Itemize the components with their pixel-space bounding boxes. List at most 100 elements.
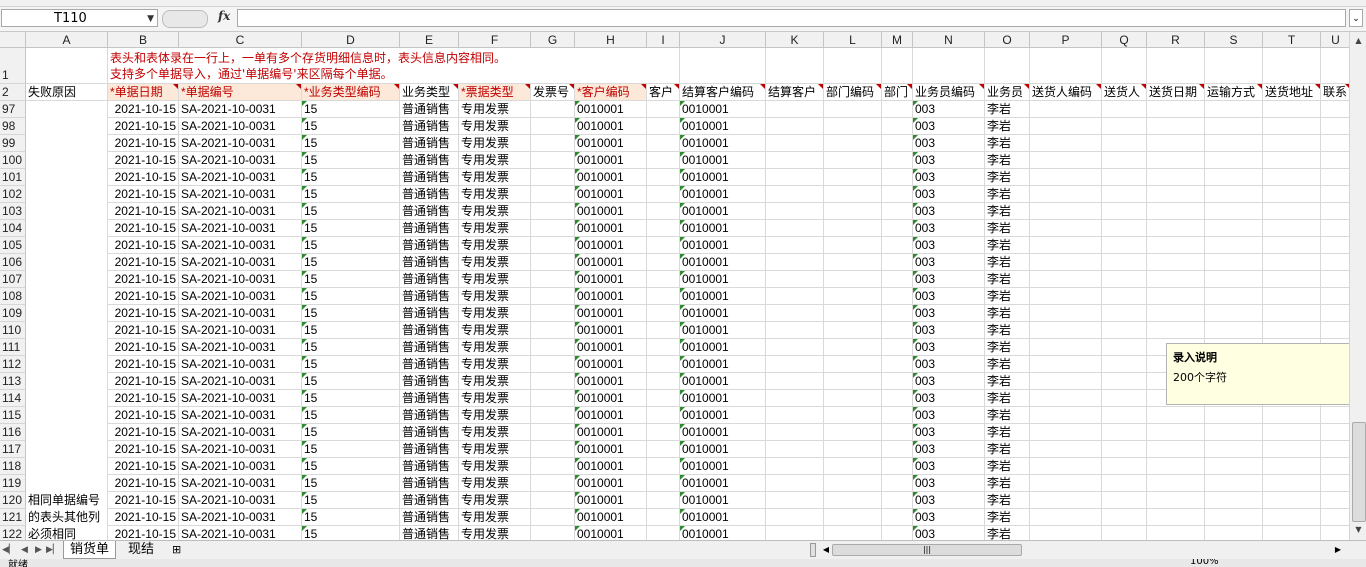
data-cell[interactable] [824,356,882,373]
data-cell[interactable] [1147,220,1205,237]
data-cell[interactable] [1263,475,1321,492]
column-title-cell[interactable]: 送货地址 [1263,84,1321,101]
data-cell[interactable] [1030,458,1102,475]
data-cell[interactable]: 2021-10-15 [108,458,179,475]
data-cell[interactable]: SA-2021-10-0031 [179,152,302,169]
data-cell[interactable]: 专用发票 [459,424,531,441]
data-cell[interactable]: 15 [302,305,400,322]
data-cell[interactable]: 003 [913,237,985,254]
tab-sheet-2[interactable]: 现结 [122,541,160,558]
data-cell[interactable]: 0010001 [575,152,647,169]
data-cell[interactable] [531,135,575,152]
cell[interactable] [1030,48,1102,84]
data-cell[interactable]: SA-2021-10-0031 [179,407,302,424]
data-cell[interactable] [1102,458,1147,475]
data-cell[interactable] [766,288,824,305]
data-cell[interactable]: 专用发票 [459,492,531,509]
data-cell[interactable] [1102,390,1147,407]
data-cell[interactable] [882,407,913,424]
data-cell[interactable] [531,186,575,203]
data-cell[interactable]: 0010001 [680,407,766,424]
data-cell[interactable] [882,135,913,152]
data-cell[interactable] [1263,237,1321,254]
data-cell[interactable]: 2021-10-15 [108,169,179,186]
data-cell[interactable] [766,152,824,169]
data-cell[interactable] [531,492,575,509]
data-cell[interactable] [824,373,882,390]
fail-reason-cell[interactable] [26,322,108,339]
data-cell[interactable] [824,509,882,526]
data-cell[interactable] [531,101,575,118]
data-cell[interactable] [1102,441,1147,458]
data-cell[interactable] [647,101,680,118]
data-cell[interactable] [882,152,913,169]
data-cell[interactable]: 普通销售 [400,407,459,424]
row-header[interactable]: 121 [0,509,26,526]
data-cell[interactable]: 0010001 [680,322,766,339]
data-cell[interactable]: 003 [913,135,985,152]
data-cell[interactable]: 2021-10-15 [108,509,179,526]
data-cell[interactable] [1263,407,1321,424]
formula-input[interactable] [237,9,1346,27]
data-cell[interactable] [766,203,824,220]
data-cell[interactable] [531,118,575,135]
data-cell[interactable] [1321,169,1349,186]
data-cell[interactable]: 0010001 [680,390,766,407]
data-cell[interactable]: 0010001 [680,526,766,540]
data-cell[interactable]: 普通销售 [400,373,459,390]
row-header[interactable]: 106 [0,254,26,271]
cell[interactable] [766,48,824,84]
fail-reason-cell[interactable] [26,186,108,203]
data-cell[interactable] [1321,152,1349,169]
vertical-scroll-thumb[interactable] [1352,422,1366,522]
fail-reason-cell[interactable] [26,220,108,237]
data-cell[interactable] [1102,203,1147,220]
data-cell[interactable] [1030,220,1102,237]
data-cell[interactable] [1030,526,1102,540]
data-cell[interactable]: 15 [302,135,400,152]
data-cell[interactable] [531,254,575,271]
data-cell[interactable] [824,305,882,322]
data-cell[interactable] [1102,424,1147,441]
data-cell[interactable]: 专用发票 [459,509,531,526]
data-cell[interactable] [1030,186,1102,203]
data-cell[interactable] [1030,492,1102,509]
data-cell[interactable]: 0010001 [575,458,647,475]
column-header-j[interactable]: J [680,32,766,48]
data-cell[interactable] [1102,271,1147,288]
data-cell[interactable]: 2021-10-15 [108,424,179,441]
data-cell[interactable] [824,492,882,509]
data-cell[interactable] [647,492,680,509]
data-cell[interactable]: 李岩 [985,509,1030,526]
data-cell[interactable] [1102,288,1147,305]
data-cell[interactable]: 专用发票 [459,271,531,288]
data-cell[interactable] [1263,169,1321,186]
data-cell[interactable] [766,373,824,390]
data-cell[interactable] [1205,135,1263,152]
data-cell[interactable] [647,339,680,356]
data-cell[interactable] [1030,271,1102,288]
data-cell[interactable] [882,254,913,271]
data-cell[interactable]: 专用发票 [459,237,531,254]
column-header-i[interactable]: I [647,32,680,48]
column-title-cell[interactable]: 业务类型 [400,84,459,101]
data-cell[interactable] [882,288,913,305]
data-cell[interactable]: 0010001 [680,356,766,373]
data-cell[interactable]: 2021-10-15 [108,356,179,373]
data-cell[interactable]: 003 [913,509,985,526]
data-cell[interactable] [1102,526,1147,540]
data-cell[interactable]: 普通销售 [400,526,459,540]
data-cell[interactable]: 2021-10-15 [108,390,179,407]
data-cell[interactable]: 0010001 [575,373,647,390]
data-cell[interactable] [531,220,575,237]
data-cell[interactable]: 普通销售 [400,118,459,135]
data-cell[interactable] [882,271,913,288]
data-cell[interactable] [1263,118,1321,135]
data-cell[interactable] [1205,203,1263,220]
data-cell[interactable] [1321,271,1349,288]
data-cell[interactable]: 003 [913,203,985,220]
data-cell[interactable]: 专用发票 [459,390,531,407]
data-cell[interactable]: 15 [302,509,400,526]
fail-reason-cell[interactable] [26,152,108,169]
data-cell[interactable] [1102,220,1147,237]
